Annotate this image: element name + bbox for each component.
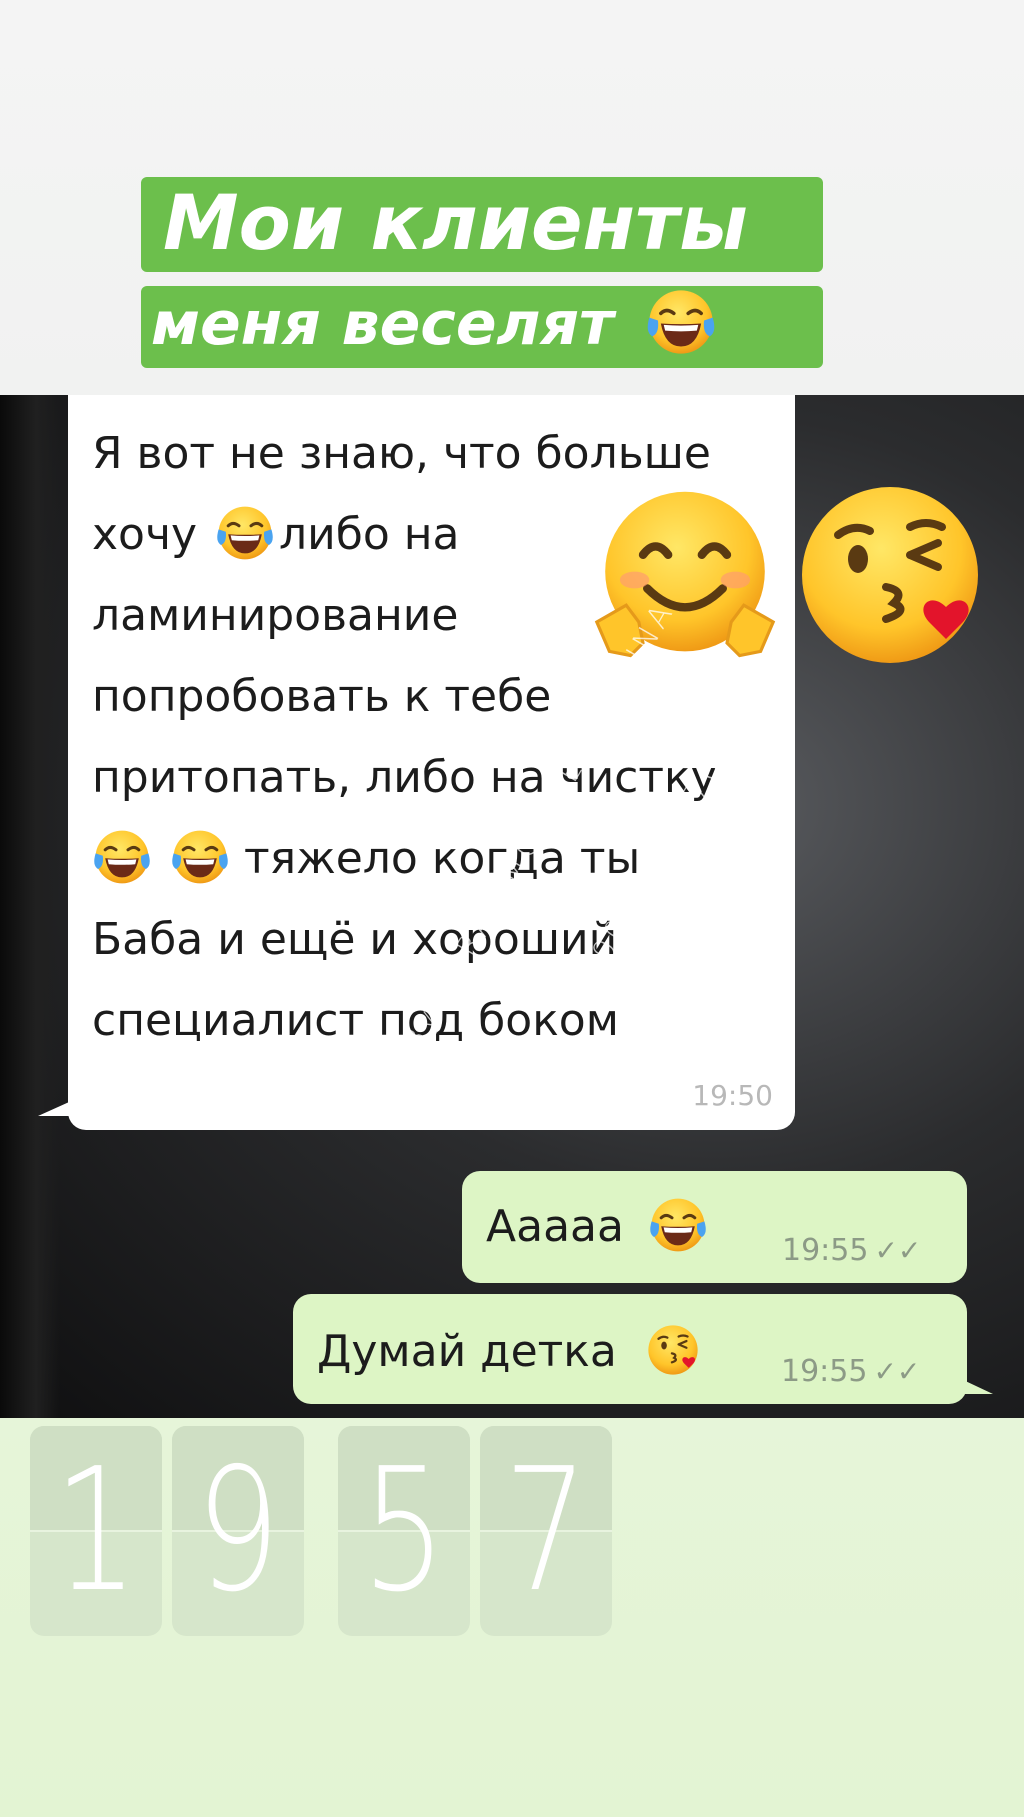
face-with-tears-of-joy-icon (648, 1195, 708, 1255)
face-with-tears-of-joy-icon (170, 827, 230, 887)
face-blowing-kiss-icon (790, 475, 990, 675)
bubble-tail (38, 1098, 78, 1116)
clock-digit: 5 (361, 1432, 447, 1630)
timestamp-text: 19:55 (782, 1233, 869, 1268)
double-check-icon: ✓✓ (874, 1234, 922, 1267)
outgoing-message-text: Ааааа (486, 1201, 708, 1255)
message-timestamp: 19:55 ✓✓ (782, 1233, 921, 1268)
outgoing-text: Думай детка (317, 1326, 617, 1377)
clock-digit-tile: 5 (338, 1426, 470, 1636)
clock-digit: 9 (195, 1432, 281, 1630)
face-with-tears-of-joy-icon (92, 827, 152, 887)
story-header-area: Мои клиенты меня веселят (0, 0, 1024, 395)
outgoing-message-bubble[interactable]: Ааааа 19:55 ✓✓ (462, 1171, 967, 1283)
message-line-part: либо на (279, 509, 460, 560)
story-title-line-1: Мои клиенты (141, 177, 823, 272)
clock-digit: 1 (53, 1432, 139, 1630)
clock-digit-tile: 1 (30, 1426, 162, 1636)
face-with-tears-of-joy-icon (215, 503, 275, 563)
chat-background-edge (0, 395, 60, 1418)
title-line-1-text: Мои клиенты (163, 178, 748, 267)
story-title-line-2: меня веселят (141, 286, 823, 368)
outgoing-text: Ааааа (486, 1201, 624, 1252)
clock-digit-tile: 9 (172, 1426, 304, 1636)
bubble-tail (959, 1378, 993, 1394)
outgoing-message-bubble[interactable]: Думай детка 19:55 ✓✓ (293, 1294, 993, 1404)
message-timestamp: 19:50 (692, 1079, 773, 1112)
face-blowing-kiss-icon (645, 1322, 701, 1378)
clock-digit-tile: 7 (480, 1426, 612, 1636)
outgoing-message-text: Думай детка (317, 1326, 701, 1378)
title-line-2-text: меня веселят (151, 289, 614, 359)
message-timestamp: 19:55 ✓✓ (781, 1354, 920, 1389)
message-line-part: хочу (92, 509, 197, 560)
timestamp-text: 19:55 (781, 1354, 868, 1389)
face-with-tears-of-joy-icon (645, 286, 717, 358)
clock-digit: 7 (503, 1432, 589, 1630)
double-check-icon: ✓✓ (873, 1355, 921, 1388)
